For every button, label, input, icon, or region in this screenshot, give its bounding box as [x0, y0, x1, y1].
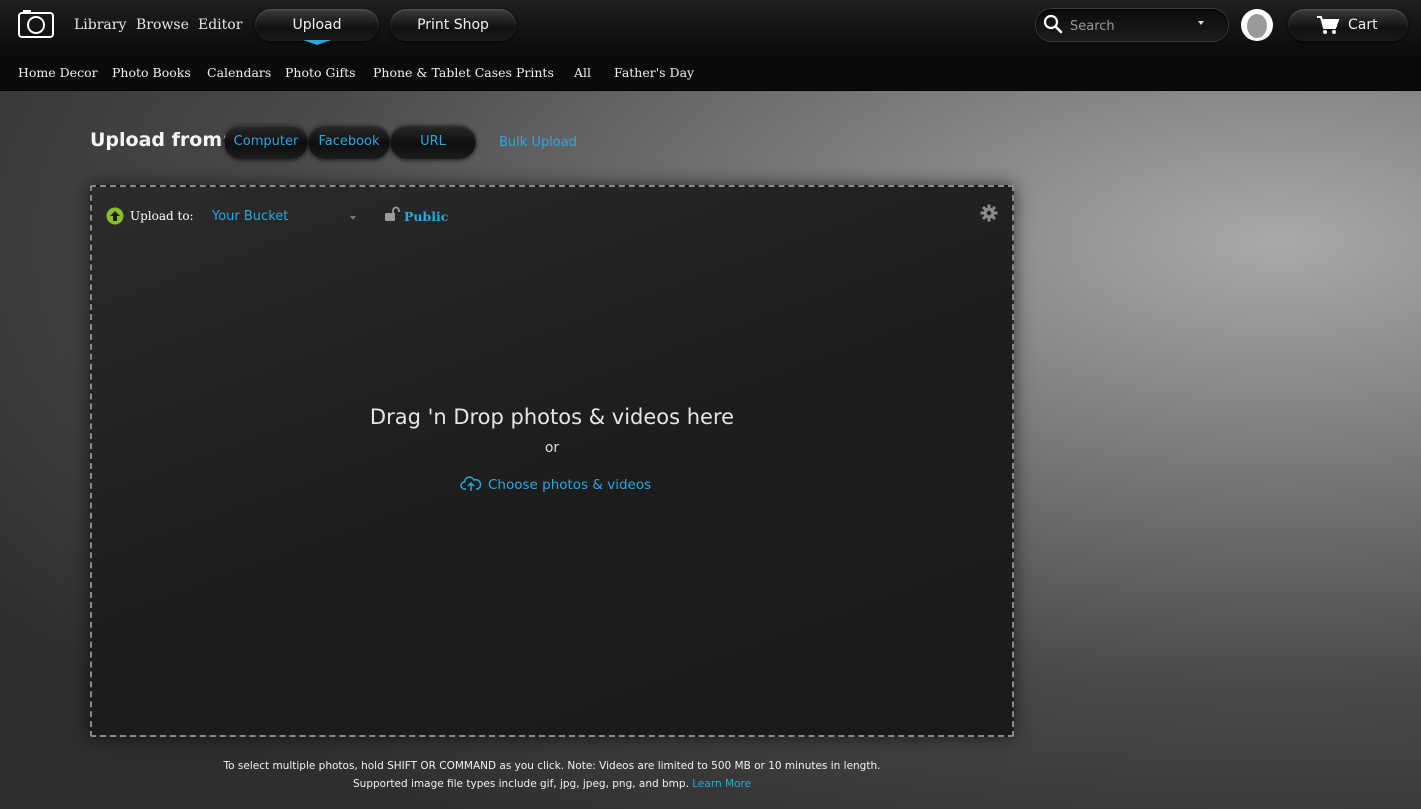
source-url-label: URL [420, 134, 446, 149]
print-shop-tab[interactable]: Print Shop [390, 9, 516, 41]
top-bar: Library Browse Editor Upload Print Shop … [0, 0, 1421, 50]
category-home-decor[interactable]: Home Decor [18, 65, 98, 80]
category-bar: Home Decor Photo Books Calendars Photo G… [0, 50, 1421, 91]
avatar[interactable] [1241, 9, 1273, 41]
gear-icon[interactable] [980, 204, 998, 222]
category-all[interactable]: All [574, 65, 591, 80]
category-prints[interactable]: Prints [516, 65, 554, 80]
avatar-silhouette [1247, 14, 1267, 38]
upload-from-label: Upload from: [90, 129, 230, 151]
search-box[interactable] [1036, 9, 1228, 41]
cloud-upload-icon [460, 476, 482, 491]
privacy-public-toggle[interactable]: Public [404, 209, 448, 224]
cart-button[interactable]: Cart [1288, 9, 1408, 41]
learn-more-link[interactable]: Learn More [692, 778, 751, 790]
drag-drop-heading: Drag 'n Drop photos & videos here [369, 405, 735, 429]
upload-arrow-icon [106, 207, 124, 225]
bucket-select[interactable]: Your Bucket [212, 209, 288, 224]
search-input[interactable] [1068, 16, 1197, 36]
source-computer-button[interactable]: Computer [224, 125, 308, 159]
nav-browse[interactable]: Browse [136, 17, 189, 33]
cart-label: Cart [1348, 17, 1378, 33]
category-photo-gifts[interactable]: Photo Gifts [285, 65, 356, 80]
category-calendars[interactable]: Calendars [207, 65, 271, 80]
bulk-upload-link[interactable]: Bulk Upload [499, 135, 577, 150]
source-facebook-label: Facebook [318, 134, 380, 149]
upload-tab-label: Upload [292, 17, 342, 33]
nav-library[interactable]: Library [74, 17, 126, 33]
source-url-button[interactable]: URL [390, 125, 476, 159]
drop-zone[interactable]: Upload to: Your Bucket Public Drag 'n Dr… [90, 185, 1014, 737]
source-facebook-button[interactable]: Facebook [308, 125, 390, 159]
camera-logo-icon[interactable] [18, 10, 54, 39]
nav-editor[interactable]: Editor [198, 17, 242, 33]
bucket-dropdown-caret-icon[interactable] [350, 216, 356, 220]
print-shop-tab-label: Print Shop [417, 17, 489, 33]
cart-icon [1317, 16, 1340, 34]
choose-files-label: Choose photos & videos [488, 477, 652, 493]
unlock-icon [385, 206, 400, 221]
active-tab-indicator [303, 40, 331, 45]
category-phone-tablet-cases[interactable]: Phone & Tablet Cases [373, 65, 512, 80]
category-photo-books[interactable]: Photo Books [112, 65, 191, 80]
upload-to-label: Upload to: [130, 209, 194, 223]
source-computer-label: Computer [233, 134, 299, 149]
category-fathers-day[interactable]: Father's Day [614, 65, 694, 80]
upload-tab[interactable]: Upload [255, 9, 379, 45]
or-separator: or [544, 440, 560, 456]
file-types-note: Supported image file types include gif, … [90, 778, 1014, 790]
multi-select-note: To select multiple photos, hold SHIFT OR… [223, 760, 881, 772]
search-icon [1043, 14, 1063, 34]
search-dropdown-caret-icon[interactable] [1198, 21, 1204, 25]
file-types-text: Supported image file types include gif, … [353, 778, 689, 790]
